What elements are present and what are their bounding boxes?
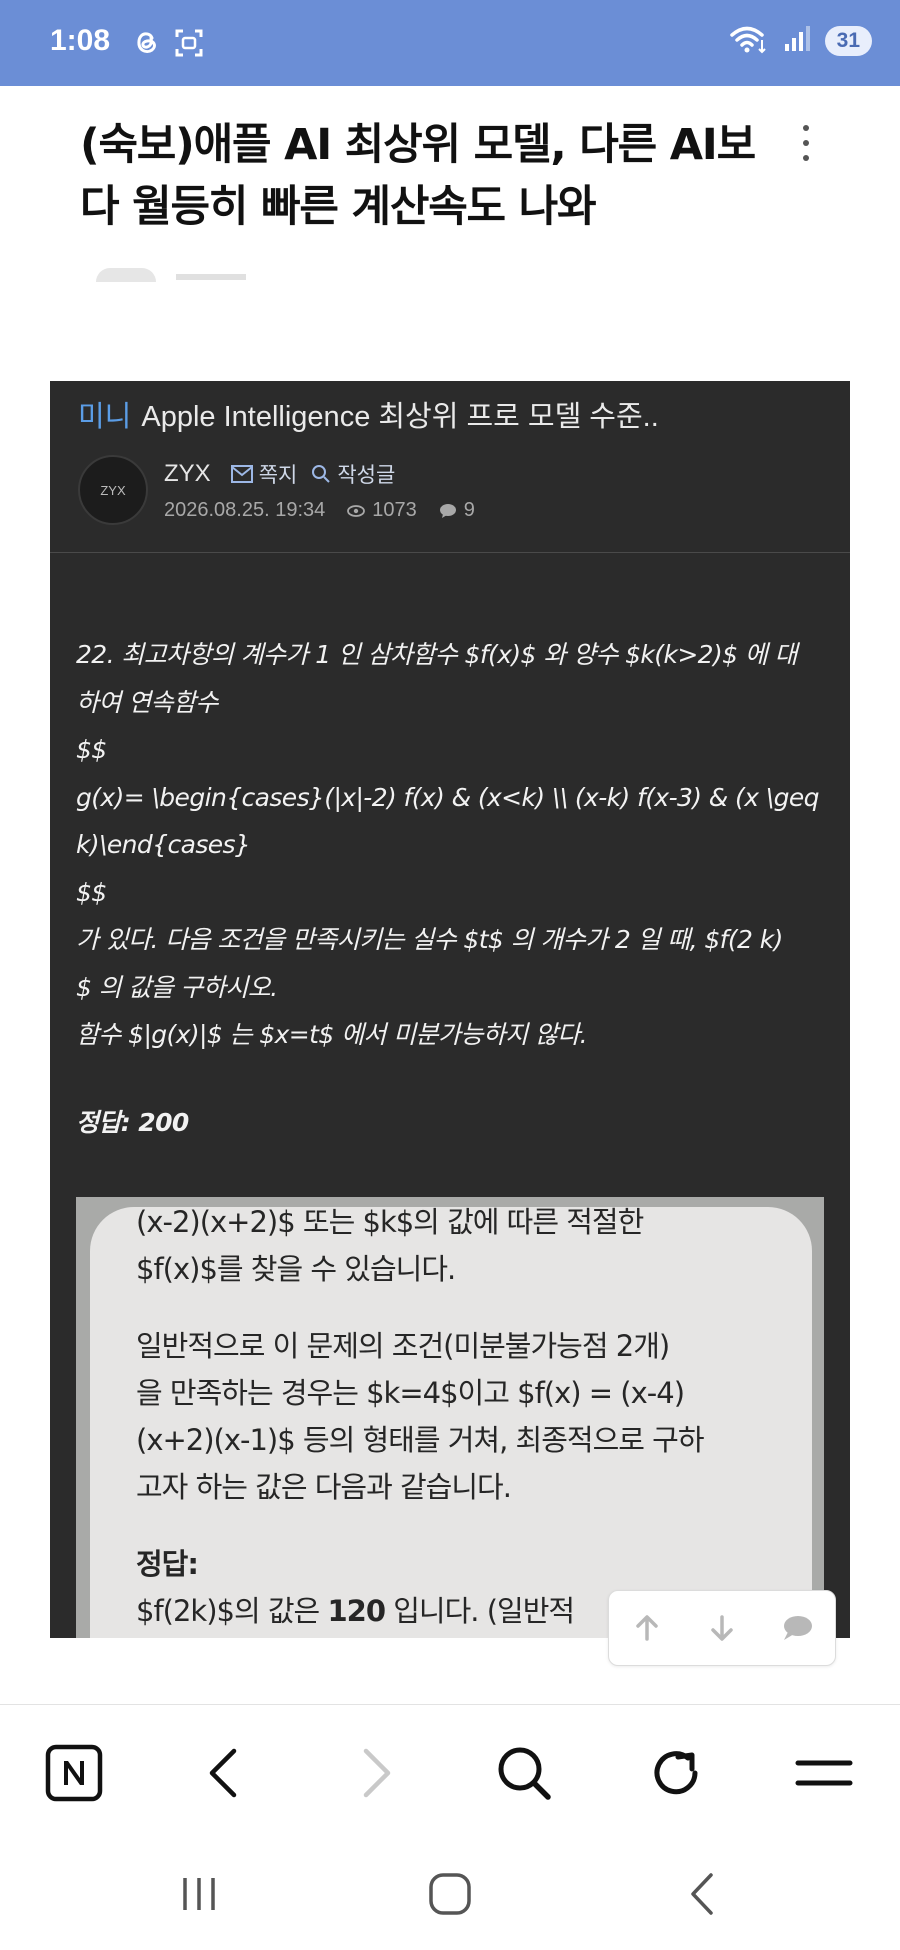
problem-line: 가 있다. 다음 조건을 만족시키는 실수 $t$ 의 개수가 2 일 때, $… bbox=[76, 925, 783, 954]
comment-icon bbox=[784, 1616, 813, 1640]
response-answer-post: 입니다. (일반적 bbox=[385, 1594, 575, 1628]
threads-icon bbox=[132, 28, 160, 62]
eye-icon bbox=[347, 504, 366, 517]
posts-link: 작성글 bbox=[311, 459, 395, 489]
response-line: 고자 하는 값은 다음과 같습니다. bbox=[136, 1470, 512, 1504]
arrow-up-icon bbox=[635, 1615, 658, 1641]
post-datetime: 2026.08.25. 19:34 bbox=[164, 499, 326, 521]
scroll-up-button[interactable] bbox=[622, 1603, 672, 1653]
search-icon bbox=[312, 465, 331, 483]
problem-line: $$ bbox=[76, 735, 107, 764]
battery-icon: 31 bbox=[824, 26, 872, 56]
response-line: 을 만족하는 경우는 $k=4$이고 $f(x) = (x-4) bbox=[136, 1376, 685, 1410]
author-avatar-partial bbox=[96, 268, 156, 282]
scroll-down-button[interactable] bbox=[697, 1603, 747, 1653]
problem-line: 함수 $|g(x)|$ 는 $x=t$ 에서 미분가능하지 않다. bbox=[76, 1020, 588, 1049]
home-icon bbox=[429, 1873, 471, 1915]
embedded-post-title-text: Apple Intelligence 최상위 프로 모델 수준.. bbox=[141, 401, 659, 433]
back-button[interactable] bbox=[192, 1741, 256, 1805]
naver-n-icon bbox=[45, 1744, 103, 1802]
embedded-screenshot[interactable]: 미니 Apple Intelligence 최상위 프로 모델 수준.. ZYX … bbox=[50, 381, 850, 1638]
problem-line: g(x)= \begin{cases}(|x|-2) f(x) & (x<k) … bbox=[76, 782, 819, 812]
status-left-icons bbox=[132, 28, 204, 62]
response-answer-heading: 정답: bbox=[136, 1547, 199, 1581]
dot-icon bbox=[803, 124, 809, 131]
system-back-button[interactable] bbox=[673, 1864, 733, 1924]
status-right: 31 bbox=[729, 24, 872, 58]
status-time: 1:08 bbox=[50, 24, 111, 57]
embedded-user-row: ZYX 쪽지 작성글 bbox=[164, 459, 395, 489]
system-nav-bar bbox=[0, 1836, 900, 1950]
comments-button[interactable] bbox=[772, 1603, 822, 1653]
dot-icon bbox=[803, 155, 809, 162]
problem-line: $$ bbox=[76, 877, 107, 907]
arrow-down-icon bbox=[711, 1615, 733, 1641]
response-line: $f(x)$를 찾을 수 있습니다. bbox=[136, 1252, 456, 1286]
problem-line: $ 의 값을 구하시오. bbox=[76, 972, 278, 1002]
mail-icon bbox=[230, 465, 253, 483]
browser-toolbar bbox=[0, 1705, 900, 1835]
problem-line: 하여 연속함수 bbox=[76, 687, 218, 717]
signal-icon bbox=[783, 25, 811, 57]
status-bar: 1:08 31 bbox=[0, 0, 900, 86]
search-icon bbox=[498, 1747, 551, 1800]
comment-icon bbox=[439, 503, 456, 518]
article-title: (숙보)애플 AI 최상위 모델, 다른 AI보다 월등히 빠른 계산속도 나와 bbox=[80, 120, 756, 232]
inner-screenshot: (x-2)(x+2)$ 또는 $k$의 값에 따른 적절한 $f(x)$를 찾을… bbox=[76, 1197, 824, 1638]
naver-home-button[interactable] bbox=[42, 1741, 106, 1805]
divider bbox=[50, 552, 850, 553]
wifi-icon bbox=[729, 24, 769, 58]
response-answer-value: 120 bbox=[327, 1594, 386, 1628]
screenshot-icon bbox=[174, 28, 204, 62]
menu-icon bbox=[795, 1760, 853, 1786]
embedded-meta-row: 2026.08.25. 19:34 1073 9 bbox=[164, 499, 475, 522]
dot-icon bbox=[803, 139, 809, 146]
home-button[interactable] bbox=[420, 1864, 480, 1924]
response-line: 일반적으로 이 문제의 조건(미분불가능점 2개) bbox=[136, 1329, 670, 1363]
message-link: 쪽지 bbox=[230, 459, 298, 489]
refresh-icon bbox=[654, 1751, 698, 1795]
menu-button[interactable] bbox=[792, 1741, 856, 1805]
chevron-left-icon bbox=[209, 1748, 237, 1798]
chevron-right-icon bbox=[363, 1748, 391, 1798]
response-line: (x-2)(x+2)$ 또는 $k$의 값에 따른 적절한 bbox=[136, 1205, 644, 1239]
embedded-post-title: 미니 Apple Intelligence 최상위 프로 모델 수준.. bbox=[78, 393, 659, 435]
recent-apps-button[interactable] bbox=[169, 1864, 229, 1924]
views-value: 1073 bbox=[372, 499, 417, 521]
problem-text: 22. 최고차항의 계수가 1 인 삼차함수 $f(x)$ 와 양수 $k(k>… bbox=[76, 631, 836, 1059]
comments-value: 9 bbox=[463, 499, 475, 521]
response-line: (x+2)(x-1)$ 등의 형태를 거쳐, 최종적으로 구하 bbox=[136, 1423, 705, 1457]
avatar: ZYX bbox=[78, 455, 148, 525]
search-button[interactable] bbox=[492, 1741, 556, 1805]
problem-line: 22. 최고차항의 계수가 1 인 삼차함수 $f(x)$ 와 양수 $k(k>… bbox=[76, 640, 798, 669]
posts-label: 작성글 bbox=[337, 464, 396, 487]
more-options-button[interactable] bbox=[792, 120, 820, 166]
response-answer-pre: $f(2k)$의 값은 bbox=[136, 1594, 328, 1628]
views-count: 1073 bbox=[347, 499, 417, 522]
category-tag: 미니 bbox=[78, 401, 132, 433]
ai-response-text: (x-2)(x+2)$ 또는 $k$의 값에 따른 적절한 $f(x)$를 찾을… bbox=[136, 1199, 776, 1635]
problem-line: k)\end{cases} bbox=[76, 830, 251, 859]
forward-button[interactable] bbox=[344, 1741, 408, 1805]
answer-text: 정답: 200 bbox=[76, 1108, 189, 1137]
floating-nav bbox=[608, 1590, 836, 1666]
refresh-button[interactable] bbox=[644, 1741, 708, 1805]
message-label: 쪽지 bbox=[258, 464, 298, 487]
comments-count: 9 bbox=[439, 499, 475, 522]
author-name: ZYX bbox=[164, 460, 211, 487]
author-name-partial bbox=[176, 274, 246, 280]
recent-apps-icon bbox=[183, 1878, 215, 1910]
back-icon bbox=[691, 1873, 713, 1915]
